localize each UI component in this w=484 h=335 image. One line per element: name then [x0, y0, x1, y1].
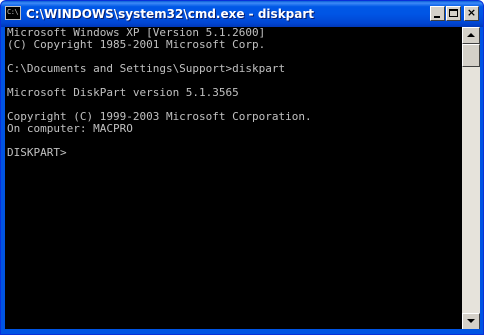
- scroll-up-button[interactable]: [462, 27, 480, 44]
- console-line: Microsoft DiskPart version 5.1.3565: [7, 86, 239, 99]
- scroll-down-button[interactable]: [462, 313, 480, 330]
- minimize-button[interactable]: [430, 6, 445, 21]
- vertical-scrollbar[interactable]: [462, 27, 480, 330]
- console-line: (C) Copyright 1985-2001 Microsoft Corp.: [7, 38, 266, 51]
- arrow-down-icon: [467, 319, 475, 323]
- console-line: C:\Documents and Settings\Support>diskpa…: [7, 62, 286, 75]
- console-line: On computer: MACPRO: [7, 122, 133, 135]
- cmd-icon-label: C:\: [7, 8, 19, 16]
- scroll-thumb[interactable]: [462, 44, 480, 67]
- arrow-up-icon: [467, 33, 475, 37]
- maximize-icon: [449, 9, 458, 17]
- minimize-icon: [434, 16, 440, 18]
- close-button[interactable]: ×: [464, 6, 479, 21]
- window-title: C:\WINDOWS\system32\cmd.exe - diskpart: [26, 7, 315, 21]
- cmd-window: C:\ C:\WINDOWS\system32\cmd.exe - diskpa…: [0, 0, 484, 335]
- console-prompt[interactable]: DISKPART>: [5, 147, 462, 159]
- cmd-icon[interactable]: C:\: [5, 6, 21, 20]
- console-output[interactable]: Microsoft Windows XP [Version 5.1.2600] …: [5, 27, 462, 330]
- maximize-button[interactable]: [446, 6, 461, 21]
- window-bottom-border: [1, 329, 483, 334]
- title-bar[interactable]: C:\ C:\WINDOWS\system32\cmd.exe - diskpa…: [1, 1, 483, 27]
- close-icon: ×: [466, 6, 477, 19]
